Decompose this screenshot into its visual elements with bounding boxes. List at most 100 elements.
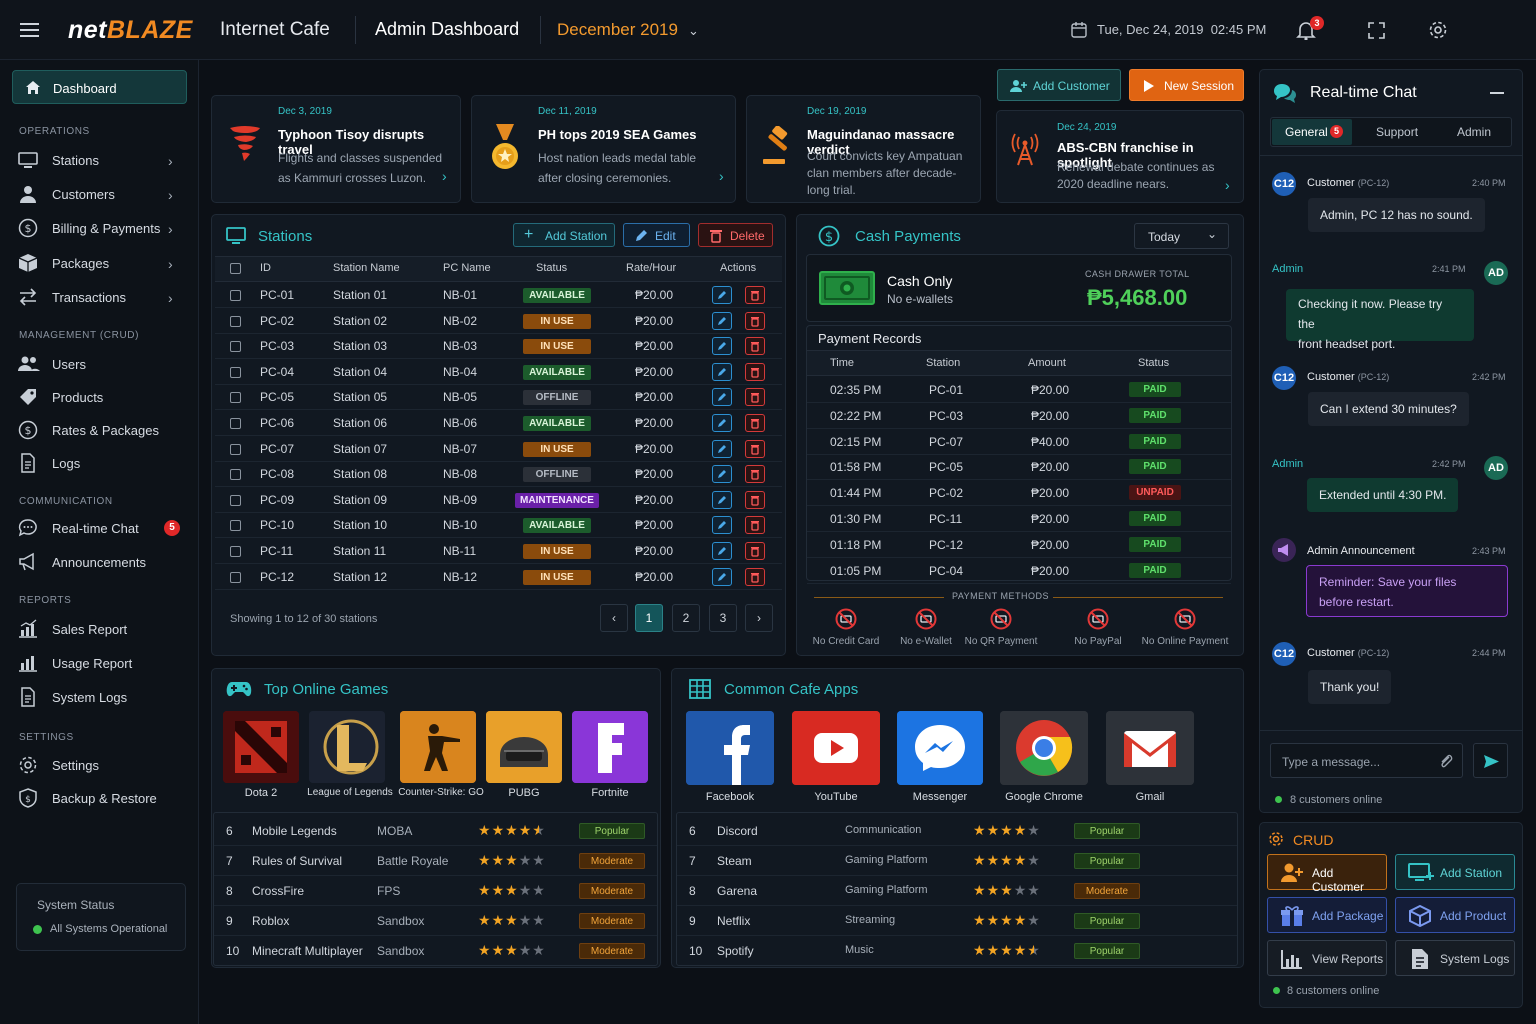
row-checkbox[interactable] [230, 366, 241, 378]
edit-row-button[interactable] [712, 286, 732, 304]
period-select[interactable]: Today ⌄ [1134, 223, 1229, 249]
row-checkbox[interactable] [230, 469, 241, 481]
tab-support[interactable]: Support [1376, 125, 1418, 139]
fortnite-tile[interactable] [572, 711, 648, 783]
row-checkbox[interactable] [230, 443, 241, 455]
paperclip-icon[interactable] [1439, 753, 1453, 769]
edit-row-button[interactable] [712, 388, 732, 407]
row-checkbox[interactable] [230, 520, 241, 532]
dota2-tile[interactable] [223, 711, 299, 783]
row-checkbox[interactable] [230, 494, 241, 506]
sidebar-item-settings[interactable]: Settings [18, 755, 188, 777]
news-card[interactable]: Dec 11, 2019 PH tops 2019 SEA Games Host… [471, 95, 736, 203]
news-card[interactable]: Dec 24, 2019 ABS-CBN franchise in spotli… [996, 110, 1244, 203]
edit-row-button[interactable] [712, 490, 732, 509]
delete-row-button[interactable] [745, 516, 765, 535]
edit-row-button[interactable] [712, 414, 732, 432]
edit-row-button[interactable] [712, 311, 732, 330]
table-row[interactable] [215, 564, 782, 590]
table-row[interactable] [215, 410, 782, 436]
sidebar-item-chat[interactable]: Real-time Chat [18, 518, 188, 540]
sidebar-item-packages[interactable]: Packages › [18, 253, 188, 275]
edit-button[interactable]: Edit [623, 223, 690, 247]
page-button-1[interactable]: 1 [635, 604, 663, 632]
table-row[interactable] [215, 538, 782, 564]
crud-add-station-button[interactable]: Add Station [1395, 854, 1515, 890]
crud-add-package-button[interactable]: Add Package [1267, 897, 1387, 933]
news-card[interactable]: Dec 3, 2019 Typhoon Tisoy disrupts trave… [211, 95, 461, 203]
message-input[interactable]: Type a message... [1270, 743, 1463, 778]
sidebar-item-announcements[interactable]: Announcements [18, 552, 188, 574]
add-station-button[interactable]: + Add Station [513, 223, 615, 247]
table-row[interactable] [215, 308, 782, 334]
next-page-button[interactable]: › [745, 604, 773, 632]
sidebar-item-products[interactable]: Products [18, 387, 188, 409]
news-card[interactable]: Dec 19, 2019 Maguindanao massacre verdic… [746, 95, 981, 203]
pubg-tile[interactable] [486, 711, 562, 783]
delete-row-button[interactable] [745, 542, 765, 560]
sidebar-item-usage-report[interactable]: Usage Report [18, 653, 188, 675]
table-row[interactable] [215, 512, 782, 539]
list-item[interactable] [677, 846, 1237, 876]
sidebar-item-users[interactable]: Users [18, 354, 188, 376]
delete-row-button[interactable] [745, 439, 765, 458]
delete-row-button[interactable] [745, 567, 765, 586]
edit-row-button[interactable] [712, 516, 732, 535]
youtube-tile[interactable] [792, 711, 880, 785]
page-button-3[interactable]: 3 [709, 604, 737, 632]
sidebar-item-billing[interactable]: $ Billing & Payments › [18, 218, 188, 240]
new-session-button[interactable]: New Session [1129, 69, 1244, 101]
list-item[interactable] [677, 906, 1237, 936]
send-button[interactable] [1473, 743, 1508, 778]
sidebar-item-customers[interactable]: Customers › [18, 184, 188, 206]
menu-icon[interactable] [20, 22, 39, 38]
chrome-tile[interactable] [1000, 711, 1088, 785]
sidebar-item-sales-report[interactable]: Sales Report [18, 619, 188, 641]
sidebar-item-logs[interactable]: Logs [18, 453, 188, 475]
table-row[interactable] [215, 436, 782, 462]
sidebar-item-backup[interactable]: $ Backup & Restore [18, 788, 188, 810]
row-checkbox[interactable] [230, 341, 241, 353]
tab-admin[interactable]: Admin [1457, 125, 1491, 139]
gear-icon[interactable] [1428, 20, 1448, 40]
minimize-icon[interactable] [1490, 92, 1504, 94]
delete-row-button[interactable] [745, 337, 765, 356]
delete-row-button[interactable] [745, 414, 765, 432]
sidebar-item-stations[interactable]: Stations › [18, 150, 188, 172]
chevron-right-icon[interactable]: › [1225, 177, 1230, 193]
crud-system-logs-button[interactable]: System Logs [1395, 940, 1515, 976]
crud-add-customer-button[interactable]: Add Customer [1267, 854, 1387, 894]
list-item[interactable] [677, 816, 1237, 846]
list-item[interactable] [677, 936, 1237, 966]
edit-row-button[interactable] [712, 567, 732, 586]
edit-row-button[interactable] [712, 337, 732, 356]
table-row[interactable] [215, 384, 782, 411]
tab-general[interactable]: General 5 [1272, 119, 1352, 145]
table-row[interactable] [215, 359, 782, 385]
table-row[interactable] [215, 461, 782, 488]
row-checkbox[interactable] [230, 546, 241, 557]
row-checkbox[interactable] [230, 418, 241, 429]
table-row[interactable] [215, 333, 782, 360]
delete-row-button[interactable] [745, 388, 765, 407]
delete-button[interactable]: Delete [698, 223, 773, 247]
select-all-checkbox[interactable] [230, 263, 241, 274]
csgo-tile[interactable] [400, 711, 476, 783]
delete-row-button[interactable] [745, 465, 765, 484]
chevron-right-icon[interactable]: › [719, 168, 724, 184]
row-checkbox[interactable] [230, 571, 241, 583]
messenger-tile[interactable] [897, 711, 983, 785]
row-checkbox[interactable] [230, 392, 241, 404]
table-row[interactable] [215, 487, 782, 513]
edit-row-button[interactable] [712, 465, 732, 484]
edit-row-button[interactable] [712, 542, 732, 560]
facebook-tile[interactable] [686, 711, 774, 785]
delete-row-button[interactable] [745, 362, 765, 381]
crud-add-product-button[interactable]: Add Product [1395, 897, 1515, 933]
row-checkbox[interactable] [230, 290, 241, 301]
crud-view-reports-button[interactable]: View Reports [1267, 940, 1387, 976]
sidebar-item-dashboard[interactable]: Dashboard [12, 70, 187, 104]
edit-row-button[interactable] [712, 439, 732, 458]
prev-page-button[interactable]: ‹ [600, 604, 628, 632]
sidebar-item-system-logs[interactable]: System Logs [18, 687, 188, 709]
